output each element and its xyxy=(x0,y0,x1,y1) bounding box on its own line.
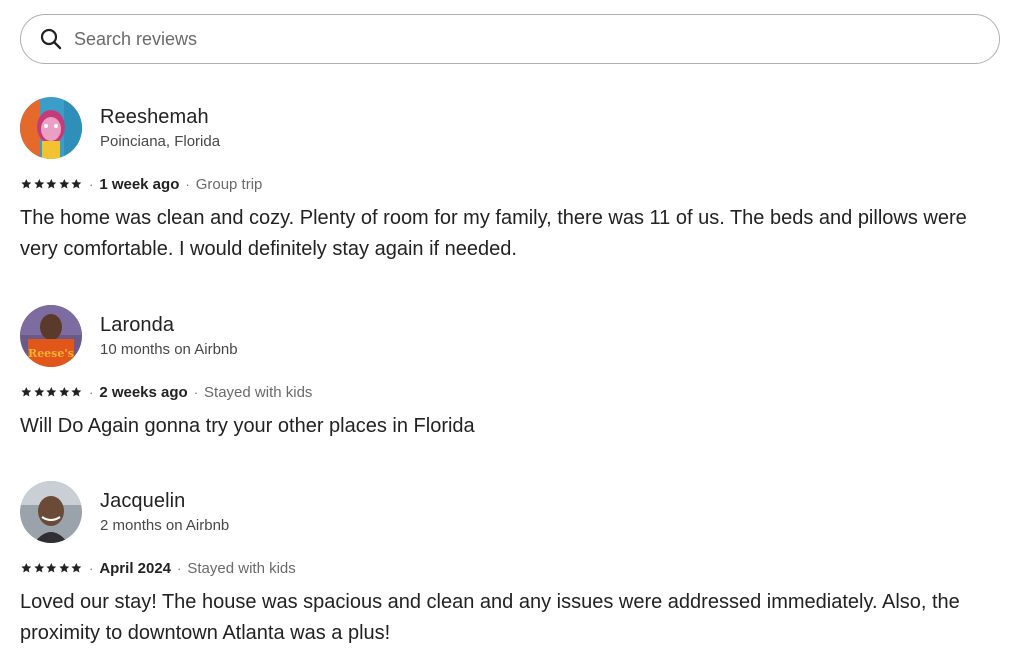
trip-type: Stayed with kids xyxy=(204,383,313,401)
search-icon xyxy=(39,27,63,51)
star-icon xyxy=(71,387,82,397)
search-reviews-bar[interactable] xyxy=(20,14,1000,64)
search-input[interactable] xyxy=(72,27,956,51)
star-icon xyxy=(59,179,70,189)
star-rating xyxy=(20,386,83,398)
reviewer-location: Poinciana, Florida xyxy=(100,133,221,150)
review-date: April 2024 xyxy=(99,559,172,577)
star-icon xyxy=(59,387,70,397)
review-meta: · 1 week ago · Group trip xyxy=(20,175,1010,193)
reviewer-name: Reeshemah xyxy=(100,106,209,128)
avatar[interactable]: Reese's xyxy=(20,305,82,367)
separator-dot: · xyxy=(88,384,94,400)
review-header: Reeshemah Poinciana, Florida xyxy=(20,97,1010,159)
review-header: Jacquelin 2 months on Airbnb xyxy=(20,481,1010,543)
reviewer-name: Laronda xyxy=(100,314,175,336)
review-item: Reeshemah Poinciana, Florida · 1 week ag… xyxy=(20,97,1010,265)
star-icon xyxy=(33,387,44,397)
star-icon xyxy=(71,179,82,189)
star-icon xyxy=(46,179,57,189)
reviewer-tenure: 2 months on Airbnb xyxy=(100,517,230,534)
star-icon xyxy=(21,563,32,573)
star-icon xyxy=(71,563,82,573)
review-text: Loved our stay! The house was spacious a… xyxy=(20,591,960,644)
review-item: Jacquelin 2 months on Airbnb · April 202… xyxy=(20,481,1010,649)
review-meta: · 2 weeks ago · Stayed with kids xyxy=(20,383,1010,401)
review-header: Reese's Laronda 10 months on Airbnb xyxy=(20,305,1010,367)
separator-dot: · xyxy=(88,560,94,576)
star-icon xyxy=(33,179,44,189)
review-item: Reese's Laronda 10 months on Airbnb · 2 … xyxy=(20,305,1010,442)
reviewer-tenure: 10 months on Airbnb xyxy=(100,341,238,358)
avatar[interactable] xyxy=(20,481,82,543)
star-rating xyxy=(20,178,83,190)
star-icon xyxy=(46,387,57,397)
svg-text:Reese's: Reese's xyxy=(28,347,74,360)
trip-type: Stayed with kids xyxy=(187,559,296,577)
separator-dot: · xyxy=(177,560,182,576)
star-icon xyxy=(59,563,70,573)
separator-dot: · xyxy=(88,176,94,192)
trip-type: Group trip xyxy=(195,175,263,193)
reviewer-name: Jacquelin xyxy=(100,490,186,512)
star-icon xyxy=(33,563,44,573)
star-icon xyxy=(21,179,32,189)
review-text: Will Do Again gonna try your other place… xyxy=(20,415,475,437)
avatar[interactable] xyxy=(20,97,82,159)
separator-dot: · xyxy=(185,176,190,192)
star-rating xyxy=(20,562,83,574)
review-meta: · April 2024 · Stayed with kids xyxy=(20,559,1010,577)
separator-dot: · xyxy=(193,384,199,400)
star-icon xyxy=(21,387,32,397)
star-icon xyxy=(46,563,57,573)
review-date: 1 week ago xyxy=(99,175,180,193)
review-text: The home was clean and cozy. Plenty of r… xyxy=(20,207,967,260)
review-date: 2 weeks ago xyxy=(99,383,188,401)
